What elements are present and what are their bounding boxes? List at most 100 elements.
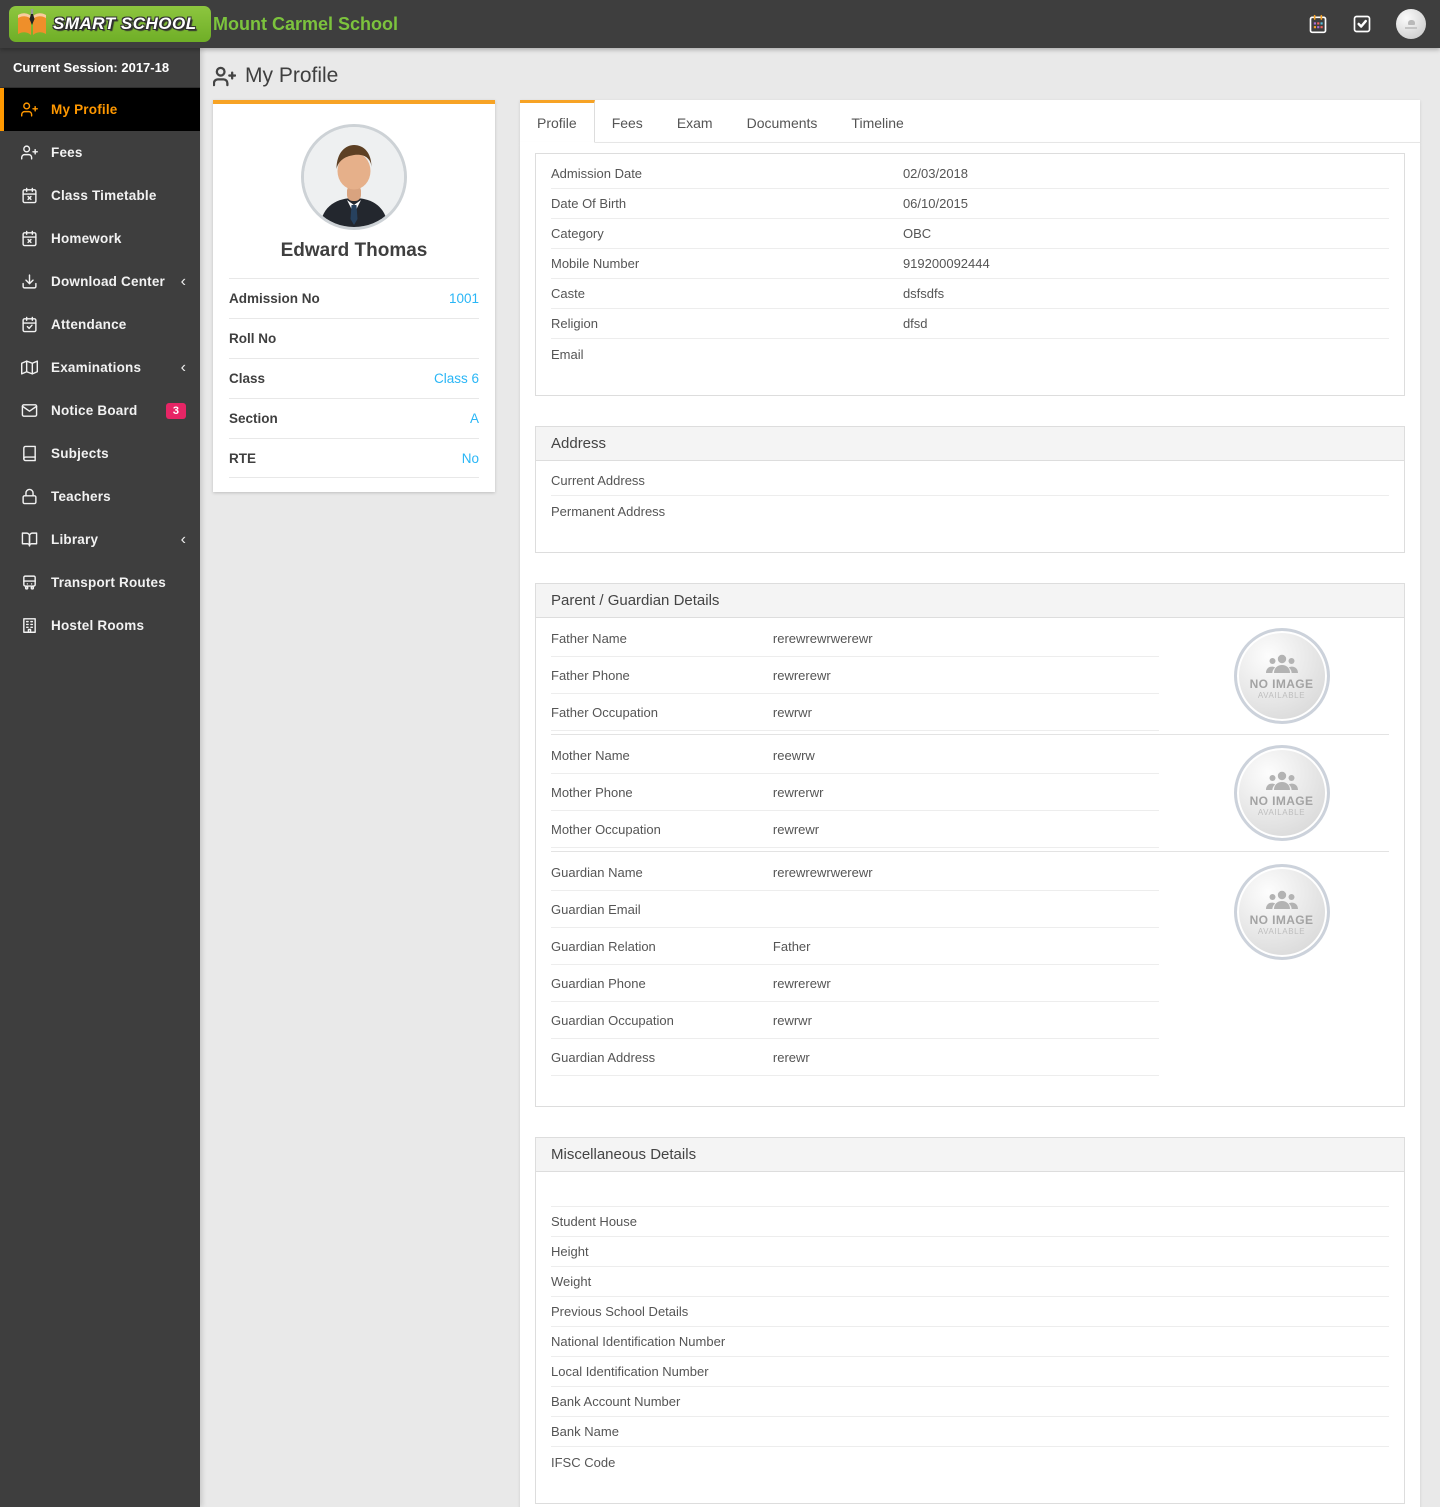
student-photo — [301, 124, 407, 230]
detail-row: Email — [551, 339, 1389, 369]
detail-value: 02/03/2018 — [902, 166, 969, 181]
detail-row: Caste dsfsdfs — [551, 279, 1389, 309]
people-group-icon — [1264, 652, 1300, 676]
sidebar-item[interactable]: Notice Board 3 — [0, 389, 200, 432]
tasks-check-icon[interactable] — [1352, 14, 1372, 34]
guardian-photo-column: NO IMAGE AVAILABLE — [1174, 620, 1389, 732]
sidebar-item-label: Transport Routes — [51, 575, 166, 590]
detail-row: Date Of Birth 06/10/2015 — [551, 189, 1389, 219]
detail-label: Guardian Relation — [551, 938, 656, 954]
student-summary-row: Section A — [229, 398, 479, 438]
detail-value: dsfsdfs — [902, 286, 945, 301]
sidebar-item-icon — [21, 531, 38, 548]
sidebar-item[interactable]: Download Center ‹ — [0, 260, 200, 303]
sidebar-item-label: Hostel Rooms — [51, 618, 145, 633]
sidebar-item[interactable]: My Profile — [0, 88, 200, 131]
navbar-actions — [1308, 9, 1426, 39]
detail-row: Height — [551, 1237, 1389, 1267]
tab-label: Fees — [611, 114, 643, 131]
summary-label: Roll No — [229, 331, 277, 346]
app-root: SMART SCHOOL Mount Carmel School Current… — [0, 0, 1440, 1507]
detail-label: Father Phone — [551, 667, 630, 683]
detail-row: Weight — [551, 1267, 1389, 1297]
calendar-icon[interactable] — [1308, 14, 1328, 34]
detail-label: IFSC Code — [551, 1454, 616, 1470]
tab[interactable]: Fees — [594, 100, 660, 143]
detail-value: rerewrewrwerewr — [772, 630, 873, 646]
detail-label: Admission Date — [551, 166, 643, 181]
detail-label: Student House — [551, 1214, 638, 1229]
sidebar-item-label: My Profile — [51, 102, 118, 117]
detail-row: Guardian Occupation rewrwr — [551, 1002, 1159, 1039]
user-avatar[interactable] — [1396, 9, 1426, 39]
student-summary-table: Admission No 1001 Roll No Class Class 6 … — [213, 278, 495, 478]
tab[interactable]: Profile — [520, 100, 595, 143]
tab-bar-filler — [920, 100, 1420, 143]
detail-value: reewrw — [772, 747, 815, 763]
tab-label: Documents — [746, 114, 818, 131]
detail-label: Religion — [551, 316, 598, 331]
book-pen-logo-icon — [18, 9, 46, 35]
detail-label: Permanent Address — [551, 503, 666, 519]
page-title-row: My Profile — [200, 48, 1440, 100]
avatar-placeholder-line — [1405, 26, 1417, 29]
app-logo[interactable]: SMART SCHOOL — [9, 6, 211, 42]
detail-label: Email — [551, 346, 584, 362]
tab-label: Profile — [537, 114, 577, 131]
detail-label: Guardian Email — [551, 901, 641, 917]
tab[interactable]: Documents — [729, 100, 835, 143]
sidebar-item[interactable]: Hostel Rooms — [0, 604, 200, 647]
sidebar-item-icon — [21, 574, 38, 591]
miscellaneous-box: Miscellaneous Details Student House Heig… — [535, 1137, 1405, 1504]
detail-label: Local Identification Number — [551, 1364, 709, 1379]
sidebar-item[interactable]: Class Timetable — [0, 174, 200, 217]
no-image-placeholder: NO IMAGE AVAILABLE — [1233, 628, 1330, 724]
detail-value: 919200092444 — [902, 256, 990, 271]
sidebar-item[interactable]: Homework — [0, 217, 200, 260]
detail-label: Bank Account Number — [551, 1394, 681, 1409]
no-image-placeholder: NO IMAGE AVAILABLE — [1233, 745, 1330, 841]
sidebar-item-icon — [21, 316, 38, 333]
summary-value: 1001 — [448, 291, 479, 306]
summary-value: Class 6 — [433, 371, 479, 386]
sidebar-item[interactable]: Subjects — [0, 432, 200, 475]
current-session-label: Current Session: 2017-18 — [0, 48, 200, 88]
detail-label: Father Occupation — [551, 704, 658, 720]
school-name: Mount Carmel School — [213, 13, 399, 34]
notice-count-badge: 3 — [165, 402, 186, 419]
chevron-left-icon: ‹ — [180, 358, 186, 376]
sidebar-item-label: Class Timetable — [51, 188, 157, 203]
avatar-placeholder-glyph — [1407, 19, 1415, 25]
sidebar-item-label: Library — [51, 532, 99, 547]
basic-info-box: Admission Date 02/03/2018 Date Of Birth … — [535, 153, 1405, 396]
detail-label: Height — [551, 1244, 589, 1259]
tab[interactable]: Timeline — [834, 100, 921, 143]
sidebar-item[interactable]: Transport Routes — [0, 561, 200, 604]
detail-value: dfsd — [902, 316, 928, 331]
detail-label: Guardian Name — [551, 864, 643, 880]
sidebar-item[interactable]: Attendance — [0, 303, 200, 346]
address-section-title: Address — [536, 427, 1404, 461]
tab[interactable]: Exam — [659, 100, 730, 143]
student-card: Edward Thomas Admission No 1001 Roll No — [213, 100, 495, 492]
sidebar-item[interactable]: Teachers — [0, 475, 200, 518]
detail-value: OBC — [902, 226, 932, 241]
detail-row: Guardian Address rerewr — [551, 1039, 1159, 1076]
detail-row: Local Identification Number — [551, 1357, 1389, 1387]
detail-label: Father Name — [551, 630, 627, 646]
sidebar-item-icon — [21, 402, 38, 419]
sidebar-item[interactable]: Library ‹ — [0, 518, 200, 561]
sidebar-item-label: Teachers — [51, 489, 111, 504]
sidebar-item-icon — [21, 101, 38, 118]
detail-row: Father Name rerewrewrwerewr — [551, 620, 1159, 657]
student-summary-row: Admission No 1001 — [229, 278, 479, 318]
detail-value: rewrwr — [772, 1012, 812, 1028]
detail-label: Weight — [551, 1274, 592, 1289]
sidebar-item[interactable]: Examinations ‹ — [0, 346, 200, 389]
detail-label: Guardian Address — [551, 1049, 656, 1065]
no-image-subtext: AVAILABLE — [1257, 927, 1306, 936]
detail-row: Mother Name reewrw — [551, 737, 1159, 774]
profile-tab-panel: Admission Date 02/03/2018 Date Of Birth … — [520, 143, 1420, 1507]
sidebar-item[interactable]: Fees — [0, 131, 200, 174]
chevron-left-icon: ‹ — [180, 272, 186, 290]
